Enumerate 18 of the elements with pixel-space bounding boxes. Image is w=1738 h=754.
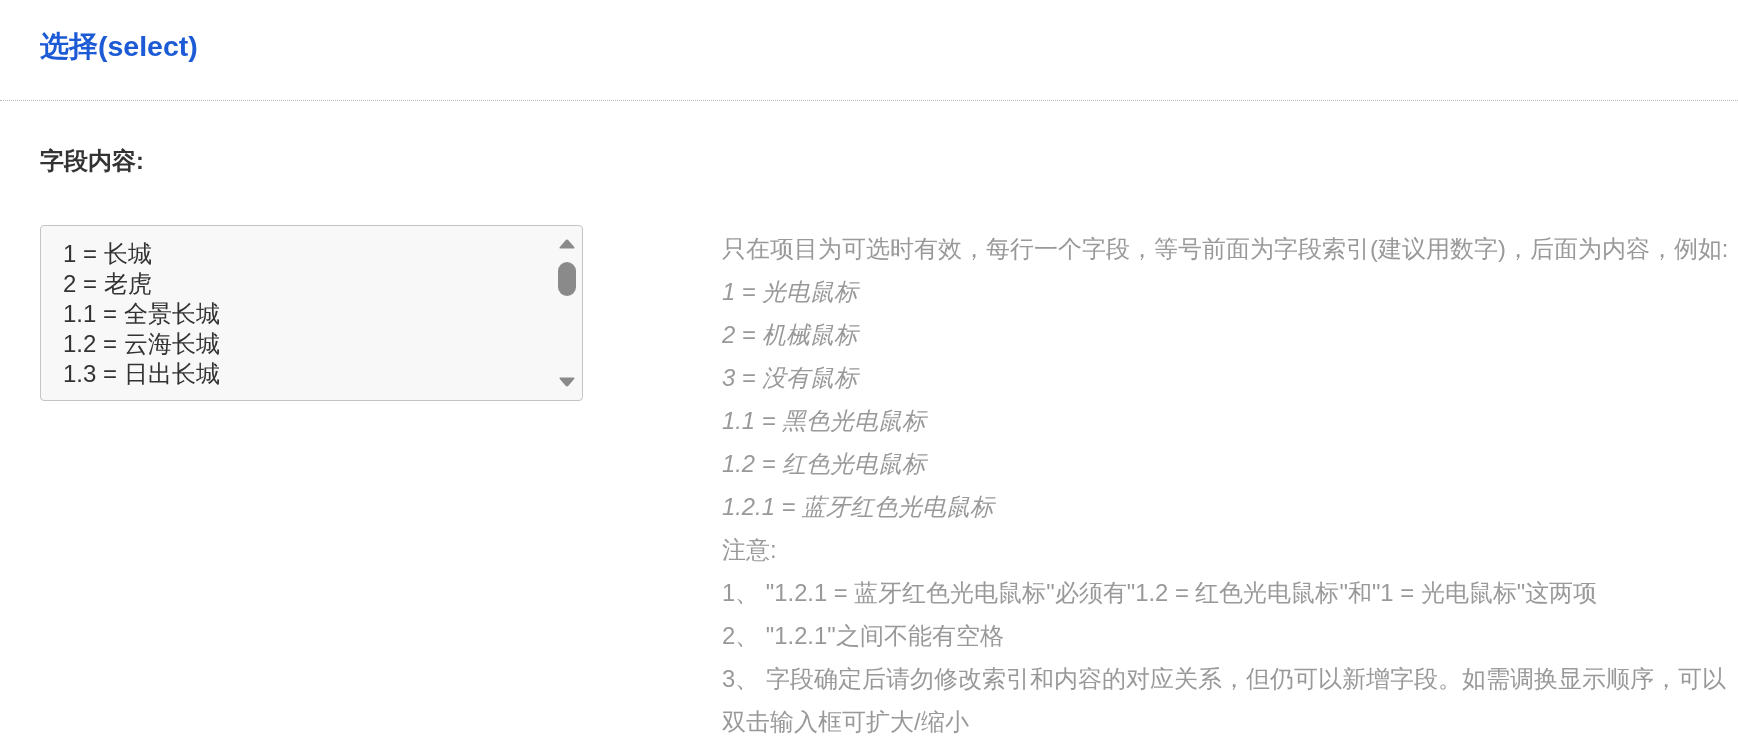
example-text: 1.2 = 红色光电鼠标 bbox=[722, 449, 927, 479]
example-text: 1.1 = 黑色光电鼠标 bbox=[722, 406, 927, 436]
help-text: 注意: bbox=[722, 535, 777, 565]
help-text: 双击输入框可扩大/缩小 bbox=[722, 707, 969, 737]
scrollbar-thumb[interactable] bbox=[558, 262, 576, 296]
example-text: 2 = 机械鼠标 bbox=[722, 320, 859, 350]
scroll-up-arrow-icon[interactable] bbox=[559, 239, 575, 249]
example-text: 3 = 没有鼠标 bbox=[722, 363, 859, 393]
help-text: 1、 "1.2.1 = 蓝牙红色光电鼠标"必须有"1.2 = 红色光电鼠标"和"1 = 光电鼠标"这两项 bbox=[722, 578, 1598, 608]
textarea-field[interactable]: 1 = 长城 2 = 老虎 1.1 = 全景长城 1.2 = 云海长城 1.3 = 日出长城 bbox=[40, 225, 583, 401]
example-text: 1 = 光电鼠标 bbox=[722, 277, 859, 307]
section-title: 选择(select) bbox=[40, 29, 198, 64]
example-text: 1.2.1 = 蓝牙红色光电鼠标 bbox=[722, 492, 995, 522]
help-text: 3、 字段确定后请勿修改索引和内容的对应关系，但仍可以新增字段。如需调换显示顺序，可以 bbox=[722, 664, 1726, 694]
scroll-down-arrow-icon[interactable] bbox=[559, 377, 575, 387]
field-label: 字段内容: bbox=[40, 147, 144, 176]
help-text: 2、 "1.2.1"之间不能有空格 bbox=[722, 621, 1004, 651]
help-text: 只在项目为可选时有效，每行一个字段，等号前面为字段索引(建议用数字)，后面为内容，例如: bbox=[722, 234, 1729, 264]
